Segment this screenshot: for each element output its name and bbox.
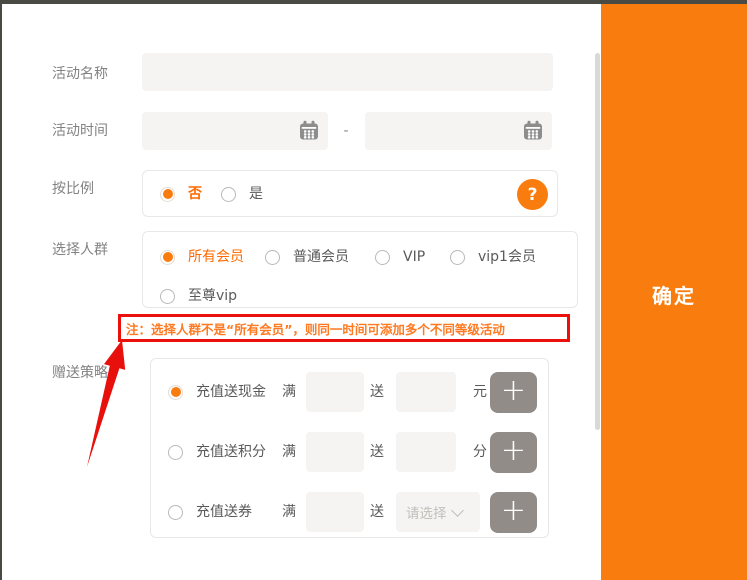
radio-option-vip1[interactable]: vip1会员 — [450, 249, 536, 265]
date-range-separator: - — [332, 123, 360, 139]
radio-option-label: 是 — [249, 186, 263, 202]
audience-label: 选择人群 — [52, 243, 108, 257]
coupon-select[interactable]: 请选择 — [396, 492, 480, 532]
activity-name-input[interactable] — [142, 53, 553, 91]
annotation-box: 注：选择人群不是“所有会员”，则同一时间可添加多个不同等级活动 — [118, 314, 570, 342]
strategy-group: 充值送现金 满 送 元 + 充值送积分 满 送 分 + 充值送券 — [150, 358, 549, 538]
radio-option-label: 充值送券 — [196, 504, 252, 520]
chevron-down-icon — [451, 504, 464, 517]
radio-icon — [168, 445, 183, 460]
annotation-arrow-icon — [80, 336, 130, 472]
activity-time-label: 活动时间 — [52, 124, 108, 138]
confirm-button[interactable]: 确定 — [601, 276, 747, 312]
radio-option-label: 否 — [188, 186, 202, 202]
threshold-prefix: 满 — [282, 385, 296, 399]
threshold-amount-input[interactable] — [306, 432, 364, 472]
gift-amount-input[interactable] — [396, 432, 456, 472]
activity-name-label: 活动名称 — [52, 67, 108, 81]
radio-icon — [450, 250, 465, 265]
coupon-select-placeholder: 请选择 — [406, 502, 447, 522]
annotation-note-text: 注：选择人群不是“所有会员”，则同一时间可添加多个不同等级活动 — [126, 319, 505, 338]
radio-option-label: 充值送现金 — [196, 384, 266, 400]
radio-icon — [221, 187, 236, 202]
radio-icon — [168, 505, 183, 520]
threshold-amount-input[interactable] — [306, 492, 364, 532]
add-rule-button[interactable]: + — [490, 432, 537, 473]
window-border-left — [0, 0, 2, 580]
strategy-row-cash: 充值送现金 满 送 元 + — [151, 372, 548, 412]
radio-option-all-members[interactable]: 所有会员 — [160, 249, 244, 265]
gift-prefix: 送 — [370, 385, 384, 399]
gift-amount-input[interactable] — [396, 372, 456, 412]
radio-option-recharge-points[interactable]: 充值送积分 — [168, 444, 266, 460]
ratio-label: 按比例 — [52, 182, 94, 196]
add-rule-button[interactable]: + — [490, 372, 537, 413]
radio-option-label: 至尊vip — [188, 288, 237, 304]
radio-icon — [160, 289, 175, 304]
threshold-prefix: 满 — [282, 505, 296, 519]
calendar-icon[interactable] — [523, 120, 543, 141]
radio-option-vip[interactable]: VIP — [375, 249, 425, 265]
radio-option-label: 普通会员 — [293, 249, 349, 265]
radio-selected-icon — [160, 250, 175, 265]
radio-option-label: 所有会员 — [188, 249, 244, 265]
radio-selected-icon — [168, 385, 183, 400]
radio-option-yes[interactable]: 是 — [221, 186, 263, 202]
add-rule-button[interactable]: + — [490, 492, 537, 533]
radio-option-label: 充值送积分 — [196, 444, 266, 460]
radio-option-supreme-vip[interactable]: 至尊vip — [160, 288, 237, 304]
strategy-row-coupon: 充值送券 满 送 请选择 + — [151, 492, 548, 532]
scrollbar-thumb[interactable] — [595, 53, 600, 430]
window-border-top — [0, 0, 747, 4]
radio-icon — [375, 250, 390, 265]
help-icon[interactable]: ? — [517, 179, 548, 210]
end-date-field[interactable] — [365, 112, 552, 150]
unit-label: 元 — [473, 385, 487, 399]
radio-option-recharge-cash[interactable]: 充值送现金 — [168, 384, 266, 400]
side-panel: 确定 — [601, 4, 747, 580]
activity-form-dialog: 活动名称 活动时间 - — [0, 0, 747, 580]
radio-option-label: vip1会员 — [478, 249, 536, 265]
radio-icon — [265, 250, 280, 265]
ratio-group: 否 是 ? — [142, 170, 558, 217]
unit-label: 分 — [473, 445, 487, 459]
radio-option-no[interactable]: 否 — [160, 186, 202, 202]
radio-option-recharge-coupon[interactable]: 充值送券 — [168, 504, 252, 520]
radio-option-label: VIP — [403, 249, 425, 265]
radio-option-normal-members[interactable]: 普通会员 — [265, 249, 349, 265]
radio-selected-icon — [160, 187, 175, 202]
gift-prefix: 送 — [370, 505, 384, 519]
threshold-prefix: 满 — [282, 445, 296, 459]
strategy-row-points: 充值送积分 满 送 分 + — [151, 432, 548, 472]
threshold-amount-input[interactable] — [306, 372, 364, 412]
gift-prefix: 送 — [370, 445, 384, 459]
start-date-field[interactable] — [142, 112, 328, 150]
audience-group: 所有会员 普通会员 VIP vip1会员 至尊vip — [142, 231, 578, 308]
calendar-icon[interactable] — [299, 120, 319, 141]
